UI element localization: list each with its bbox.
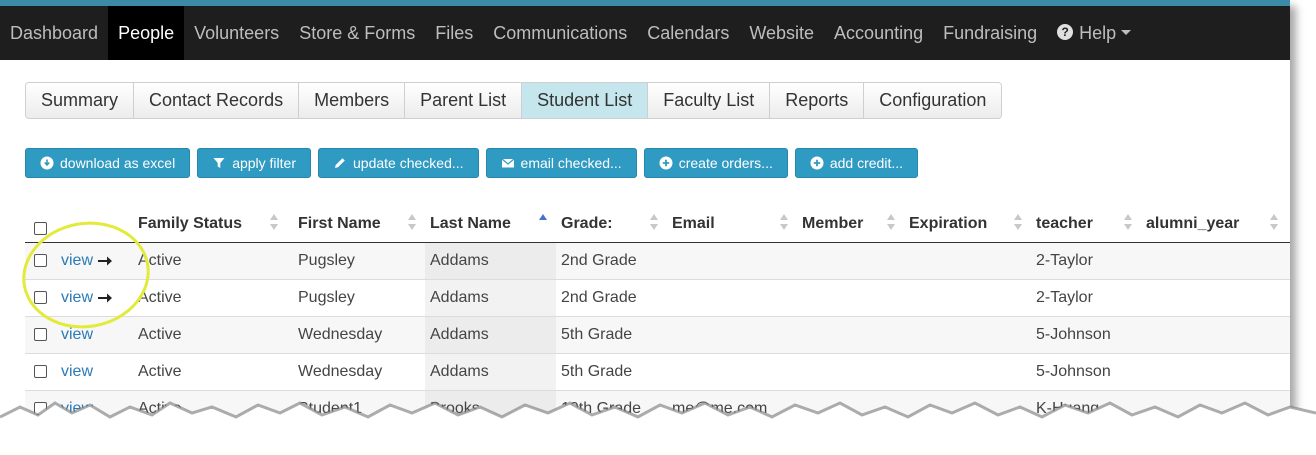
add-credit-button[interactable]: add credit... — [794, 148, 919, 178]
nav-volunteers[interactable]: Volunteers — [184, 6, 289, 60]
col-last-name[interactable]: Last Name — [430, 205, 511, 242]
nav-files[interactable]: Files — [425, 6, 483, 60]
sort-icon[interactable] — [780, 214, 788, 232]
select-all-checkbox[interactable] — [34, 222, 47, 235]
nav-accounting[interactable]: Accounting — [824, 6, 933, 60]
col-expiration[interactable]: Expiration — [909, 205, 987, 242]
row-checkbox[interactable] — [34, 365, 47, 378]
tab-configuration[interactable]: Configuration — [864, 83, 1002, 118]
first-name-cell: Wednesday — [298, 363, 383, 380]
col-family-status[interactable]: Family Status — [138, 205, 242, 242]
plus-circle-icon — [659, 156, 673, 170]
top-navbar: Dashboard People Volunteers Store & Form… — [0, 0, 1290, 60]
tab-contact-records[interactable]: Contact Records — [134, 83, 300, 118]
sort-asc-icon[interactable] — [539, 214, 547, 232]
first-name-cell: Wednesday — [298, 326, 383, 343]
nav-dashboard[interactable]: Dashboard — [0, 6, 108, 60]
action-toolbar: download as excel apply filter update ch… — [25, 148, 925, 178]
last-name-cell: Addams — [430, 252, 489, 269]
col-grade[interactable]: Grade: — [561, 205, 613, 242]
nav-help[interactable]: ? Help — [1047, 6, 1141, 60]
col-first-name[interactable]: First Name — [298, 205, 381, 242]
view-link[interactable]: view — [61, 354, 93, 390]
tab-summary[interactable]: Summary — [26, 83, 135, 118]
add-credit-label: add credit... — [829, 155, 904, 171]
nav-website[interactable]: Website — [739, 6, 824, 60]
sort-icon[interactable] — [270, 214, 278, 232]
envelope-icon — [501, 158, 514, 168]
first-name-cell: Pugsley — [298, 289, 355, 306]
grade-cell: 2nd Grade — [561, 252, 637, 269]
family-status-cell: Active — [138, 363, 182, 380]
teacher-cell: 5-Johnson — [1036, 363, 1111, 380]
question-icon: ? — [1057, 24, 1074, 41]
email-checked-button[interactable]: email checked... — [485, 148, 637, 178]
pencil-icon — [335, 158, 345, 168]
nav-fundraising[interactable]: Fundraising — [933, 6, 1047, 60]
col-member[interactable]: Member — [802, 205, 863, 242]
first-name-cell: Pugsley — [298, 252, 355, 269]
col-teacher[interactable]: teacher — [1036, 205, 1093, 242]
nav-people[interactable]: People — [108, 6, 185, 60]
nav-store-forms[interactable]: Store & Forms — [289, 6, 425, 60]
tab-student-list[interactable]: Student List — [522, 83, 649, 118]
create-orders-button[interactable]: create orders... — [643, 148, 788, 178]
col-email[interactable]: Email — [672, 205, 715, 242]
family-status-cell: Active — [138, 326, 182, 343]
sort-icon[interactable] — [1124, 214, 1132, 232]
col-alumni-year[interactable]: alumni_year — [1146, 205, 1239, 242]
teacher-cell: 5-Johnson — [1036, 326, 1111, 343]
tab-members[interactable]: Members — [299, 83, 406, 118]
create-orders-label: create orders... — [678, 155, 773, 171]
download-icon — [40, 156, 54, 170]
sort-icon[interactable] — [408, 214, 416, 232]
nav-communications[interactable]: Communications — [483, 6, 637, 60]
download-excel-button[interactable]: download as excel — [25, 148, 191, 178]
table-row: view Active Pugsley Addams 2nd Grade 2-T… — [25, 243, 1290, 280]
nav-help-label: Help — [1079, 23, 1117, 43]
update-checked-button[interactable]: update checked... — [318, 148, 479, 178]
grade-cell: 2nd Grade — [561, 289, 637, 306]
sort-icon[interactable] — [1270, 214, 1278, 232]
table-row: view Active Pugsley Addams 2nd Grade 2-T… — [25, 280, 1290, 317]
update-checked-label: update checked... — [353, 155, 464, 171]
people-subtabs: Summary Contact Records Members Parent L… — [25, 82, 1003, 119]
filter-icon — [213, 158, 225, 168]
table-row: view Active Wednesday Addams 5th Grade 5… — [25, 317, 1290, 354]
download-excel-label: download as excel — [60, 155, 176, 171]
nav-calendars[interactable]: Calendars — [637, 6, 739, 60]
email-checked-label: email checked... — [520, 155, 622, 171]
torn-edge-decoration — [0, 401, 1316, 455]
teacher-cell: 2-Taylor — [1036, 289, 1093, 306]
app-window: Dashboard People Volunteers Store & Form… — [0, 0, 1290, 440]
tab-parent-list[interactable]: Parent List — [405, 83, 523, 118]
grade-cell: 5th Grade — [561, 326, 633, 343]
sort-icon[interactable] — [1014, 214, 1022, 232]
row-checkbox[interactable] — [34, 328, 47, 341]
plus-circle-icon — [810, 156, 824, 170]
apply-filter-button[interactable]: apply filter — [197, 148, 311, 178]
sort-icon[interactable] — [887, 214, 895, 232]
last-name-cell: Addams — [430, 363, 489, 380]
table-header: Family Status First Name Last Name Grade… — [25, 205, 1290, 243]
sort-icon[interactable] — [650, 214, 658, 232]
caret-down-icon — [1121, 29, 1132, 35]
table-row: view Active Wednesday Addams 5th Grade 5… — [25, 354, 1290, 391]
apply-filter-label: apply filter — [232, 155, 296, 171]
grade-cell: 5th Grade — [561, 363, 633, 380]
teacher-cell: 2-Taylor — [1036, 252, 1093, 269]
tab-reports[interactable]: Reports — [770, 83, 865, 118]
last-name-cell: Addams — [430, 289, 489, 306]
last-name-cell: Addams — [430, 326, 489, 343]
tab-faculty-list[interactable]: Faculty List — [648, 83, 771, 118]
